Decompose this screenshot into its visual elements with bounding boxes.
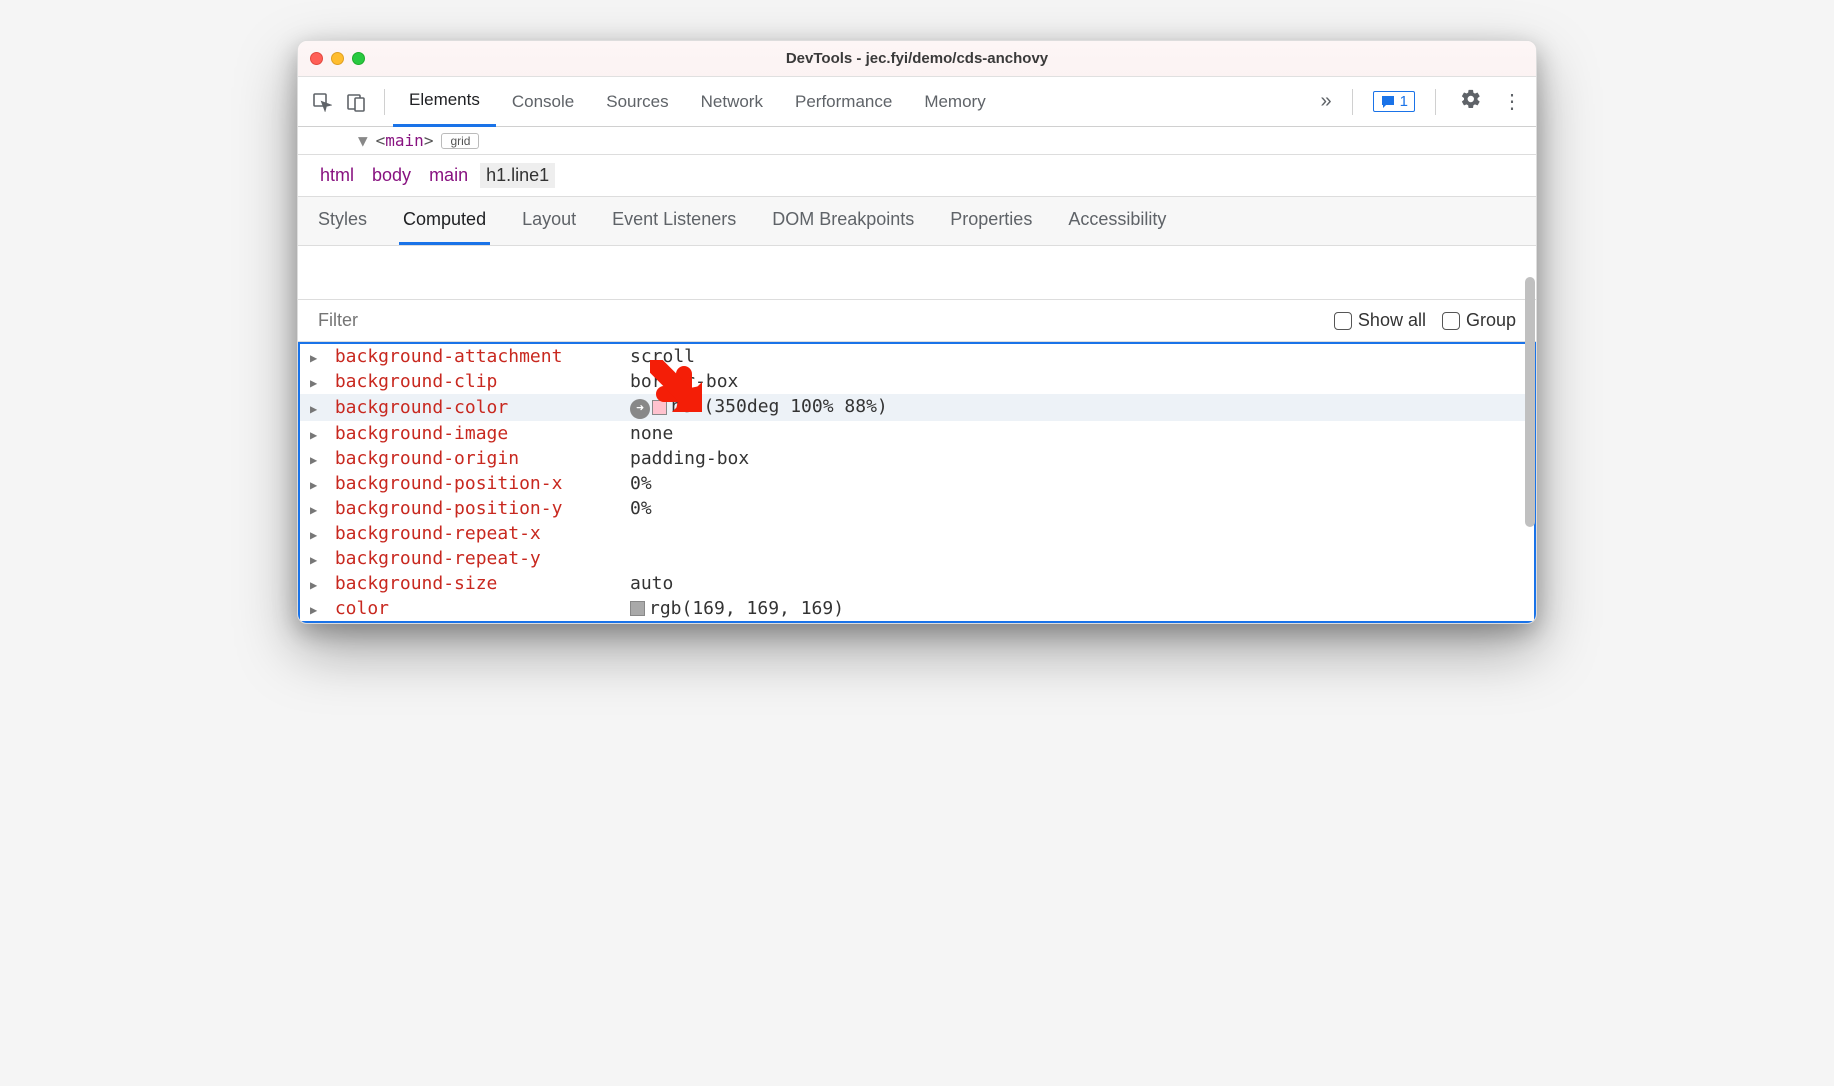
scrollbar-thumb[interactable]	[1525, 277, 1535, 527]
main-tab-sources[interactable]: Sources	[590, 77, 684, 127]
breadcrumb-segment[interactable]: h1.line1	[480, 163, 555, 188]
grid-badge[interactable]: grid	[441, 133, 479, 149]
show-all-toggle[interactable]: Show all	[1334, 310, 1426, 331]
breadcrumb-trail: htmlbodymainh1.line1	[298, 155, 1536, 197]
computed-property-row[interactable]: ▶ colorrgb(169, 169, 169)	[300, 596, 1534, 621]
main-tabs: ElementsConsoleSourcesNetworkPerformance…	[393, 77, 1321, 127]
property-name: ▶ background-clip	[310, 371, 630, 392]
property-name: ▶ background-repeat-y	[310, 548, 630, 569]
property-name: ▶ background-position-x	[310, 473, 630, 494]
property-value: padding-box	[630, 448, 749, 469]
device-toolbar-icon[interactable]	[342, 88, 370, 116]
computed-property-row[interactable]: ▶ background-sizeauto	[300, 571, 1534, 596]
toolbar-separator	[1352, 89, 1353, 115]
subtab-computed[interactable]: Computed	[399, 197, 490, 245]
color-swatch-icon[interactable]	[652, 400, 667, 415]
main-tab-memory[interactable]: Memory	[908, 77, 1001, 127]
subtab-styles[interactable]: Styles	[314, 197, 371, 245]
breadcrumb-segment[interactable]: main	[423, 163, 474, 188]
dom-tree-row[interactable]: ▼ <main> grid	[298, 127, 1536, 155]
expand-triangle-icon: ▼	[358, 131, 368, 150]
devtools-toolbar: ElementsConsoleSourcesNetworkPerformance…	[298, 77, 1536, 127]
issues-count: 1	[1400, 93, 1408, 110]
inspect-element-icon[interactable]	[308, 88, 336, 116]
property-value: rgb(169, 169, 169)	[630, 598, 844, 619]
property-name: ▶ background-size	[310, 573, 630, 594]
scrollbar[interactable]	[1523, 277, 1537, 624]
goto-source-icon[interactable]: ➜	[630, 399, 650, 419]
breadcrumb-segment[interactable]: body	[366, 163, 417, 188]
window-title: DevTools - jec.fyi/demo/cds-anchovy	[298, 50, 1536, 67]
subtab-accessibility[interactable]: Accessibility	[1064, 197, 1170, 245]
content-area: ▼ <main> grid htmlbodymainh1.line1 Style…	[298, 127, 1536, 623]
checkbox-icon	[1334, 312, 1352, 330]
property-name: ▶ background-position-y	[310, 498, 630, 519]
toolbar-right: » 1 ⋮	[1321, 88, 1526, 116]
computed-property-row[interactable]: ▶ background-repeat-y	[300, 546, 1534, 571]
property-name: ▶ background-image	[310, 423, 630, 444]
main-tab-elements[interactable]: Elements	[393, 77, 496, 127]
main-tab-console[interactable]: Console	[496, 77, 590, 127]
titlebar: DevTools - jec.fyi/demo/cds-anchovy	[298, 41, 1536, 77]
property-name: ▶ background-origin	[310, 448, 630, 469]
show-all-label: Show all	[1358, 310, 1426, 331]
computed-property-row[interactable]: ▶ background-clipborder-box	[300, 369, 1534, 394]
computed-property-row[interactable]: ▶ background-imagenone	[300, 421, 1534, 446]
computed-property-row[interactable]: ▶ background-position-x0%	[300, 471, 1534, 496]
computed-property-row[interactable]: ▶ background-color➜hsl(350deg 100% 88%)	[300, 394, 1534, 421]
breadcrumb-segment[interactable]: html	[314, 163, 360, 188]
property-name: ▶ background-color	[310, 397, 630, 418]
computed-property-row[interactable]: ▶ background-repeat-x	[300, 521, 1534, 546]
toolbar-separator	[1435, 89, 1436, 115]
filter-bar: Show all Group	[298, 300, 1536, 342]
group-toggle[interactable]: Group	[1442, 310, 1516, 331]
devtools-window: DevTools - jec.fyi/demo/cds-anchovy Elem…	[297, 40, 1537, 624]
subtab-dom-breakpoints[interactable]: DOM Breakpoints	[768, 197, 918, 245]
computed-properties-list: ▶ background-attachmentscroll▶ backgroun…	[298, 342, 1536, 623]
property-name: ▶ color	[310, 598, 630, 619]
property-value: ➜hsl(350deg 100% 88%)	[630, 396, 888, 419]
styles-subtabs: Styles Computed Layout Event Listeners DOM B…	[298, 197, 1536, 246]
checkbox-icon	[1442, 312, 1460, 330]
property-value: auto	[630, 573, 673, 594]
computed-property-row[interactable]: ▶ background-position-y0%	[300, 496, 1534, 521]
toolbar-separator	[384, 89, 385, 115]
property-name: ▶ background-repeat-x	[310, 523, 630, 544]
subtab-layout[interactable]: Layout	[518, 197, 580, 245]
property-value: 0%	[630, 498, 652, 519]
property-name: ▶ background-attachment	[310, 346, 630, 367]
settings-gear-icon[interactable]	[1456, 88, 1486, 116]
property-value: none	[630, 423, 673, 444]
kebab-menu-icon[interactable]: ⋮	[1498, 89, 1526, 114]
filter-input[interactable]	[318, 310, 1318, 331]
group-label: Group	[1466, 310, 1516, 331]
computed-property-row[interactable]: ▶ background-originpadding-box	[300, 446, 1534, 471]
main-tab-network[interactable]: Network	[685, 77, 779, 127]
subtab-event-listeners[interactable]: Event Listeners	[608, 197, 740, 245]
property-value: border-box	[630, 371, 738, 392]
property-value: 0%	[630, 473, 652, 494]
color-swatch-icon[interactable]	[630, 601, 645, 616]
subtab-properties[interactable]: Properties	[946, 197, 1036, 245]
spacer-row	[298, 246, 1536, 300]
computed-property-row[interactable]: ▶ background-attachmentscroll	[300, 344, 1534, 369]
property-value: scroll	[630, 346, 695, 367]
more-tabs-chevron-icon[interactable]: »	[1321, 90, 1332, 113]
main-tab-performance[interactable]: Performance	[779, 77, 908, 127]
dom-tag-open: <main>	[376, 131, 434, 150]
issues-badge[interactable]: 1	[1373, 91, 1415, 112]
